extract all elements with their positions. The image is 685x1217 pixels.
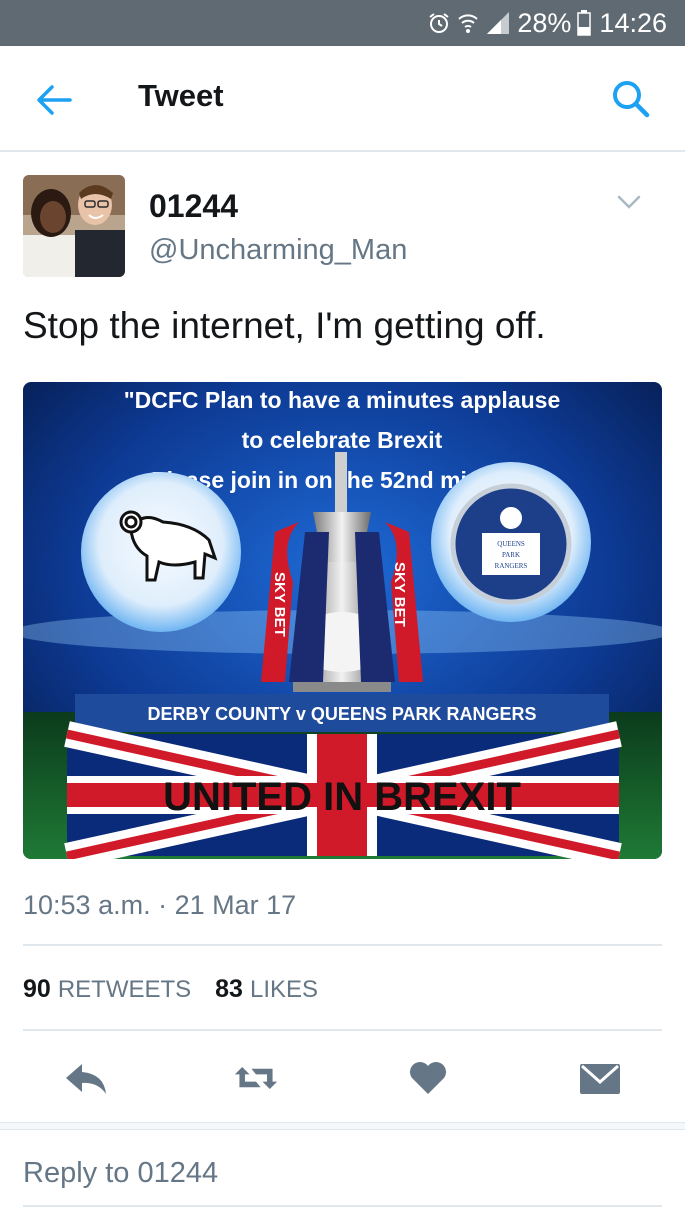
section-separator bbox=[0, 1122, 685, 1130]
likes-label: LIKES bbox=[249, 976, 319, 1003]
search-icon[interactable] bbox=[610, 78, 652, 120]
sponsor-text-right: SKY BET bbox=[391, 562, 408, 627]
like-icon[interactable] bbox=[405, 1058, 451, 1098]
divider bbox=[23, 944, 662, 946]
retweet-icon[interactable] bbox=[233, 1058, 279, 1098]
app-bar: Tweet bbox=[0, 46, 685, 152]
media-quote-line-2: to celebrate Brexit bbox=[242, 427, 443, 453]
media-quote-line-1: "DCFC Plan to have a minutes applause bbox=[124, 387, 561, 413]
crest-text-1: QUEENS bbox=[497, 540, 525, 548]
battery-percentage: 28% bbox=[517, 7, 572, 38]
sponsor-text-left: SKY BET bbox=[271, 572, 288, 637]
action-bar bbox=[0, 1050, 685, 1106]
status-bar: 28% 14:26 bbox=[0, 0, 685, 46]
chevron-down-icon[interactable] bbox=[616, 192, 642, 212]
tweet-stats: 90 RETWEETS 83 LIKES bbox=[23, 975, 342, 1004]
back-arrow-icon[interactable] bbox=[34, 80, 74, 120]
reply-input[interactable]: Reply to 01244 bbox=[23, 1157, 218, 1190]
alarm-icon bbox=[427, 11, 451, 35]
display-name[interactable]: 01244 bbox=[149, 188, 238, 225]
cell-signal-icon bbox=[485, 10, 511, 36]
tweet-text: Stop the internet, I'm getting off. bbox=[23, 305, 546, 346]
retweets-label: RETWEETS bbox=[57, 976, 192, 1003]
retweets-stat[interactable]: 90 RETWEETS bbox=[23, 975, 191, 1004]
direct-message-icon[interactable] bbox=[577, 1058, 623, 1098]
page-title: Tweet bbox=[138, 78, 224, 113]
reply-underline bbox=[23, 1205, 662, 1207]
wifi-icon bbox=[457, 11, 479, 35]
battery-icon bbox=[577, 10, 592, 36]
tweet-media[interactable]: "DCFC Plan to have a minutes applause to… bbox=[23, 382, 662, 859]
clock: 14:26 bbox=[599, 7, 667, 38]
divider bbox=[23, 1029, 662, 1031]
crest-text-3: RANGERS bbox=[495, 562, 528, 570]
crest-text-2: PARK bbox=[502, 551, 520, 559]
slogan-text: UNITED IN BREXIT bbox=[163, 775, 521, 819]
match-banner-text: DERBY COUNTY v QUEENS PARK RANGERS bbox=[147, 704, 536, 724]
likes-count: 83 bbox=[215, 975, 243, 1003]
avatar[interactable] bbox=[23, 175, 125, 277]
likes-stat[interactable]: 83 LIKES bbox=[215, 975, 318, 1004]
user-handle[interactable]: @Uncharming_Man bbox=[149, 234, 407, 267]
tweet-timestamp: 10:53 a.m. · 21 Mar 17 bbox=[23, 890, 297, 920]
retweets-count: 90 bbox=[23, 975, 51, 1003]
reply-icon[interactable] bbox=[63, 1058, 109, 1098]
